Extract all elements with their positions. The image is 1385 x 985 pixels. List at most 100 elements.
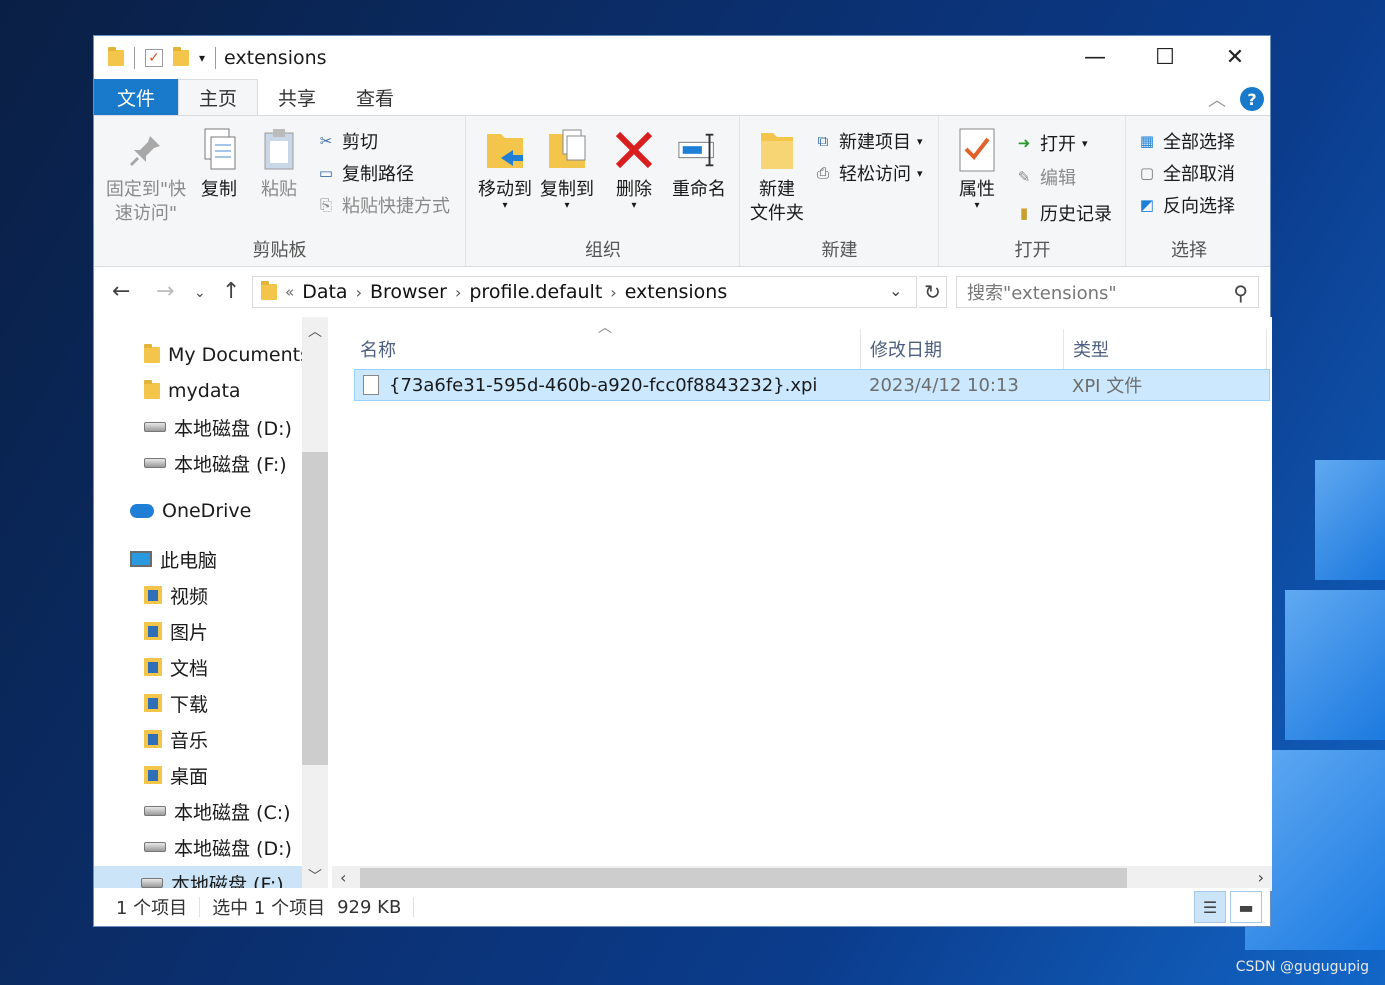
sidebar-item[interactable]: 本地磁盘 (F:) bbox=[94, 866, 302, 890]
sidebar-item[interactable]: My Documents bbox=[144, 338, 310, 372]
sidebar-item[interactable]: 桌面 bbox=[144, 758, 208, 792]
select-none-button[interactable]: ▢ 全部取消 bbox=[1137, 160, 1235, 186]
history-icon: ▮ bbox=[1019, 204, 1029, 222]
new-item-button[interactable]: ⧉ 新建项目 ▾ bbox=[813, 128, 923, 154]
cut-button[interactable]: ✂ 剪切 bbox=[316, 128, 378, 154]
forward-arrow-icon[interactable]: → bbox=[156, 279, 174, 304]
window-title: extensions bbox=[224, 46, 327, 69]
group-label-open: 打开 bbox=[1014, 240, 1051, 261]
sidebar-item[interactable]: 视频 bbox=[144, 578, 208, 612]
file-modified: 2023/4/12 10:13 bbox=[869, 374, 1019, 396]
customize-qat-dropdown-icon[interactable]: ▾ bbox=[199, 51, 205, 65]
breadcrumb-item[interactable]: Data bbox=[302, 281, 347, 303]
breadcrumb-item[interactable]: extensions bbox=[625, 281, 728, 303]
pin-quick-access-button[interactable]: 固定到"快 速访问" bbox=[104, 126, 188, 226]
sidebar-item-label: 本地磁盘 (C:) bbox=[174, 801, 291, 824]
sidebar-item[interactable]: 下载 bbox=[144, 686, 208, 720]
sidebar-item[interactable]: 本地磁盘 (D:) bbox=[144, 830, 292, 864]
column-header-name[interactable]: 名称 bbox=[352, 329, 860, 369]
properties-qat-icon[interactable]: ✓ bbox=[145, 48, 163, 67]
file-list: ︿ 名称 修改日期 类型 {73a6fe31-595d-460b-a920-fc… bbox=[332, 317, 1272, 890]
breadcrumb-item[interactable]: profile.default bbox=[469, 281, 602, 303]
title-bar: ✓ ▾ extensions — ☐ ✕ bbox=[94, 36, 1270, 79]
delete-button[interactable]: 删除 ▾ bbox=[609, 126, 659, 211]
sidebar-item[interactable]: 此电脑 bbox=[130, 542, 217, 576]
open-button[interactable]: ➜ 打开 ▾ bbox=[1014, 130, 1088, 156]
breadcrumb[interactable]: « Data › Browser › profile.default › ext… bbox=[252, 276, 917, 308]
video-folder-icon bbox=[144, 586, 162, 604]
edit-button[interactable]: ✎ 编辑 bbox=[1014, 164, 1076, 190]
large-icons-view-icon[interactable]: ▬ bbox=[1230, 891, 1262, 923]
minimize-button[interactable]: — bbox=[1060, 36, 1130, 79]
sidebar-item-label: 图片 bbox=[170, 621, 209, 644]
breadcrumb-chevron-icon[interactable]: › bbox=[356, 283, 362, 302]
maximize-button[interactable]: ☐ bbox=[1130, 36, 1200, 79]
scroll-left-icon[interactable]: ‹ bbox=[340, 868, 346, 887]
sidebar-item[interactable]: 文档 bbox=[144, 650, 208, 684]
select-all-button[interactable]: ▦ 全部选择 bbox=[1137, 128, 1235, 154]
file-icon bbox=[363, 375, 379, 395]
folder-icon bbox=[144, 344, 160, 363]
nav-scrollbar[interactable]: ︿ ﹀ bbox=[302, 317, 328, 890]
sidebar-item[interactable]: 图片 bbox=[144, 614, 208, 648]
new-folder-qat-icon[interactable] bbox=[173, 46, 189, 66]
column-header-type[interactable]: 类型 bbox=[1065, 329, 1265, 369]
sidebar-item[interactable]: 本地磁盘 (F:) bbox=[144, 446, 287, 480]
scroll-down-icon[interactable]: ﹀ bbox=[308, 866, 322, 886]
paste-shortcut-button[interactable]: ⎘ 粘贴快捷方式 bbox=[316, 192, 450, 218]
folder-icon bbox=[261, 281, 277, 300]
breadcrumb-chevron-icon[interactable]: › bbox=[455, 283, 461, 302]
properties-check-icon bbox=[955, 126, 999, 174]
group-label-organize: 组织 bbox=[585, 240, 621, 261]
search-icon[interactable]: ⚲ bbox=[1233, 281, 1248, 305]
history-button[interactable]: ▮ 历史记录 bbox=[1014, 200, 1112, 226]
collapse-ribbon-icon[interactable]: ︿ bbox=[1208, 86, 1226, 112]
sidebar-item[interactable]: mydata bbox=[144, 374, 241, 408]
copy-to-button[interactable]: 复制到 ▾ bbox=[537, 126, 597, 211]
table-row[interactable]: {73a6fe31-595d-460b-a920-fcc0f8843232}.x… bbox=[354, 369, 1270, 401]
tab-share[interactable]: 共享 bbox=[258, 79, 336, 115]
recent-locations-chevron-icon[interactable]: ⌄ bbox=[194, 285, 206, 301]
file-name: {73a6fe31-595d-460b-a920-fcc0f8843232}.x… bbox=[389, 374, 818, 396]
address-dropdown-icon[interactable]: ⌄ bbox=[889, 281, 902, 300]
easy-access-button[interactable]: ⎙ 轻松访问 ▾ bbox=[813, 160, 923, 186]
edit-pencil-icon: ✎ bbox=[1017, 168, 1031, 186]
sidebar-item[interactable]: 本地磁盘 (D:) bbox=[144, 410, 292, 444]
scroll-right-icon[interactable]: › bbox=[1258, 868, 1264, 887]
system-drive-icon bbox=[144, 806, 166, 816]
rename-button[interactable]: 重命名 bbox=[667, 126, 731, 202]
sidebar-item[interactable]: 本地磁盘 (C:) bbox=[144, 794, 291, 828]
horizontal-scrollbar-thumb[interactable] bbox=[360, 868, 1127, 889]
sidebar-item[interactable]: OneDrive bbox=[130, 494, 251, 528]
move-to-button[interactable]: 移动到 ▾ bbox=[475, 126, 535, 211]
copy-path-button[interactable]: ▭ 复制路径 bbox=[316, 160, 414, 186]
search-input[interactable]: 搜索"extensions" ⚲ bbox=[956, 276, 1259, 308]
scroll-up-icon[interactable]: ︿ bbox=[308, 321, 322, 341]
tab-home[interactable]: 主页 bbox=[178, 79, 259, 115]
close-button[interactable]: ✕ bbox=[1200, 36, 1270, 79]
status-bar: 1 个项目 选中 1 个项目 929 KB ☰ ▬ bbox=[94, 888, 1270, 926]
copy-button[interactable]: 复制 bbox=[194, 126, 244, 202]
column-header-modified[interactable]: 修改日期 bbox=[862, 329, 1062, 369]
details-view-icon[interactable]: ☰ bbox=[1194, 891, 1226, 923]
breadcrumb-chevron-icon[interactable]: › bbox=[610, 283, 616, 302]
properties-button[interactable]: 属性 ▾ bbox=[952, 126, 1002, 211]
new-item-icon: ⧉ bbox=[817, 132, 829, 150]
up-arrow-icon[interactable]: ↑ bbox=[222, 279, 240, 304]
breadcrumb-overflow[interactable]: « bbox=[285, 283, 294, 301]
tab-view[interactable]: 查看 bbox=[336, 79, 414, 115]
select-all-icon: ▦ bbox=[1139, 132, 1155, 150]
tab-file[interactable]: 文件 bbox=[94, 79, 178, 115]
sidebar-item[interactable]: 音乐 bbox=[144, 722, 208, 756]
new-folder-button[interactable]: 新建 文件夹 bbox=[747, 126, 807, 226]
nav-scrollbar-thumb[interactable] bbox=[302, 452, 328, 765]
breadcrumb-item[interactable]: Browser bbox=[370, 281, 447, 303]
refresh-icon[interactable]: ↻ bbox=[919, 276, 947, 308]
scissors-icon: ✂ bbox=[319, 132, 333, 150]
back-arrow-icon[interactable]: ← bbox=[112, 279, 130, 304]
help-icon[interactable]: ? bbox=[1240, 87, 1264, 111]
copy-to-icon bbox=[545, 126, 589, 174]
paste-button[interactable]: 粘贴 bbox=[254, 126, 304, 202]
invert-selection-button[interactable]: ◩ 反向选择 bbox=[1137, 192, 1235, 218]
sidebar-item-label: 视频 bbox=[170, 585, 209, 608]
